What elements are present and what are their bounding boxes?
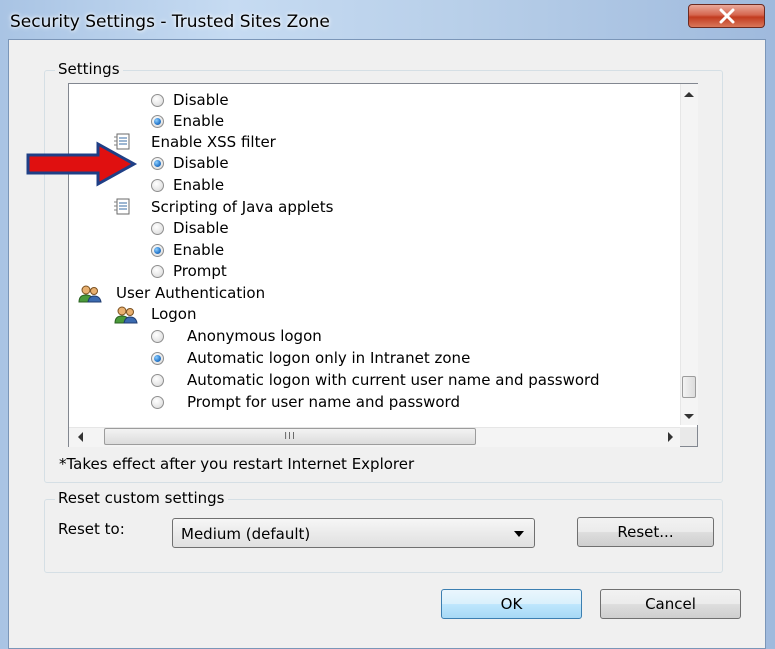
chevron-down-icon xyxy=(514,531,524,537)
option-label: Enable xyxy=(173,176,225,194)
window-title: Security Settings - Trusted Sites Zone xyxy=(10,12,330,32)
title-bar[interactable]: Security Settings - Trusted Sites Zone xyxy=(0,0,775,40)
radio-button[interactable] xyxy=(151,352,164,365)
reset-to-dropdown[interactable]: Medium (default) xyxy=(172,518,535,548)
reset-button[interactable]: Reset... xyxy=(577,517,714,547)
radio-button[interactable] xyxy=(151,265,164,278)
document-settings-icon xyxy=(114,198,130,215)
settings-group-legend: Settings xyxy=(55,60,123,78)
option-label: Enable xyxy=(173,241,225,259)
option-label: Disable xyxy=(173,219,229,237)
cancel-button[interactable]: Cancel xyxy=(600,589,741,619)
radio-button[interactable] xyxy=(151,157,164,170)
radio-button[interactable] xyxy=(151,244,164,257)
scrollbar-corner xyxy=(680,427,697,446)
option-label: Prompt xyxy=(173,262,227,280)
category-label: Enable XSS filter xyxy=(151,133,276,151)
option-label: Anonymous logon xyxy=(187,327,322,345)
radio-button[interactable] xyxy=(151,94,164,107)
option-label: Enable xyxy=(173,112,225,130)
scroll-up-arrow-icon[interactable] xyxy=(684,92,694,97)
radio-button[interactable] xyxy=(151,330,164,343)
category-label: Logon xyxy=(151,305,197,323)
vertical-scrollbar[interactable] xyxy=(680,84,698,425)
ok-button[interactable]: OK xyxy=(441,589,582,619)
reset-group-legend: Reset custom settings xyxy=(55,489,228,507)
annotation-arrow-icon xyxy=(26,141,138,187)
radio-button[interactable] xyxy=(151,179,164,192)
option-label: Automatic logon with current user name a… xyxy=(187,371,600,389)
close-icon xyxy=(719,8,735,24)
close-button[interactable] xyxy=(688,4,765,28)
option-label: Automatic logon only in Intranet zone xyxy=(187,349,471,367)
scroll-right-arrow-icon[interactable] xyxy=(668,432,673,442)
users-icon xyxy=(78,285,102,303)
category-label: User Authentication xyxy=(116,284,266,302)
reset-to-label: Reset to: xyxy=(58,520,125,538)
scroll-down-arrow-icon[interactable] xyxy=(684,414,694,419)
users-icon xyxy=(114,306,138,324)
radio-button[interactable] xyxy=(151,115,164,128)
category-label: Scripting of Java applets xyxy=(151,198,334,216)
radio-button[interactable] xyxy=(151,396,164,409)
restart-note: *Takes effect after you restart Internet… xyxy=(59,455,415,473)
reset-to-value: Medium (default) xyxy=(181,525,311,543)
option-label: Disable xyxy=(173,154,229,172)
option-label: Prompt for user name and password xyxy=(187,393,460,411)
option-label: Disable xyxy=(173,91,229,109)
radio-button[interactable] xyxy=(151,374,164,387)
radio-button[interactable] xyxy=(151,222,164,235)
horizontal-scroll-thumb[interactable]: III xyxy=(104,428,476,445)
scroll-left-arrow-icon[interactable] xyxy=(78,432,83,442)
vertical-scroll-thumb[interactable] xyxy=(682,376,696,398)
